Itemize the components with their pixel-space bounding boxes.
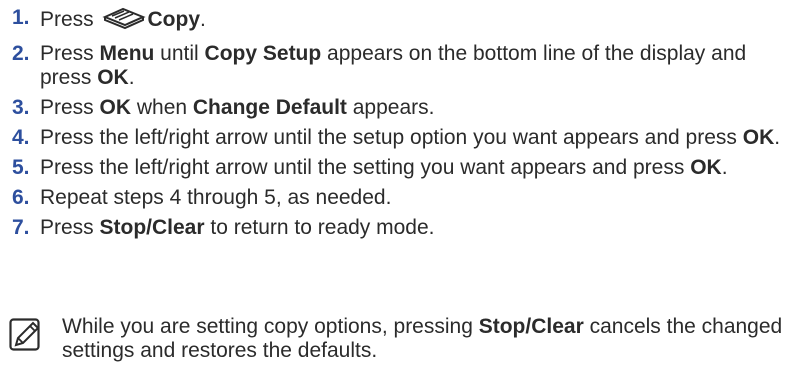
step-number: 2. bbox=[12, 42, 30, 65]
step-number: 4. bbox=[12, 126, 30, 149]
text-run: when bbox=[131, 96, 193, 119]
text-run: to return to ready mode. bbox=[204, 216, 435, 239]
bold-term: Copy bbox=[147, 8, 201, 31]
step-item: 1. Press Copy. bbox=[12, 6, 802, 36]
step-text: Press the left/right arrow until the set… bbox=[40, 126, 780, 149]
text-run: appears. bbox=[346, 96, 435, 119]
note-text: While you are setting copy options, pres… bbox=[62, 315, 798, 363]
step-item: 3. Press OK when Change Default appears. bbox=[12, 96, 802, 120]
text-run: . bbox=[128, 66, 135, 89]
step-number: 6. bbox=[12, 186, 30, 209]
text-run: . bbox=[200, 8, 206, 31]
text-run: . bbox=[721, 156, 728, 179]
bold-term: OK bbox=[99, 96, 132, 119]
bold-term: Copy Setup bbox=[204, 42, 322, 65]
step-number: 3. bbox=[12, 96, 30, 119]
bold-term: Stop/Clear bbox=[478, 315, 584, 338]
step-item: 5. Press the left/right arrow until the s… bbox=[12, 156, 802, 180]
bold-term: OK bbox=[690, 156, 722, 179]
bold-term: Stop/Clear bbox=[99, 216, 205, 239]
copy-icon bbox=[101, 6, 146, 36]
text-run: until bbox=[154, 42, 205, 65]
step-number: 7. bbox=[12, 216, 30, 239]
step-item: 4. Press the left/right arrow until the s… bbox=[12, 126, 802, 150]
text-run: Press bbox=[40, 96, 100, 119]
text-run: Press bbox=[40, 8, 100, 31]
document-page: 1. Press Copy. 2. Press Menu until Copy Set… bbox=[0, 0, 804, 375]
step-item: 6. Repeat steps 4 through 5, as needed. bbox=[12, 186, 802, 210]
text-run: Repeat steps 4 through 5, as needed. bbox=[40, 186, 392, 209]
text-run: While you are setting copy options, pres… bbox=[62, 315, 479, 338]
step-number: 1. bbox=[12, 6, 30, 29]
bold-term: OK bbox=[742, 126, 775, 149]
note-pencil-icon bbox=[8, 317, 44, 359]
step-list: 1. Press Copy. 2. Press Menu until Copy Set… bbox=[12, 6, 802, 246]
step-number: 5. bbox=[12, 156, 30, 179]
text-run: . bbox=[774, 126, 781, 149]
step-text: Press the left/right arrow until the set… bbox=[40, 156, 728, 179]
text-run: Press bbox=[40, 216, 100, 239]
text-run: Press the left/right arrow until the set… bbox=[40, 156, 691, 179]
text-run: Press the left/right arrow until the set… bbox=[40, 126, 743, 149]
step-text: Press Stop/Clear to return to ready mode… bbox=[40, 216, 435, 239]
step-text: Press OK when Change Default appears. bbox=[40, 96, 434, 119]
bold-term: OK bbox=[97, 66, 129, 89]
bold-term: Menu bbox=[99, 42, 155, 65]
step-item: 7. Press Stop/Clear to return to ready mo… bbox=[12, 216, 802, 240]
step-item: 2. Press Menu until Copy Setup appears on… bbox=[12, 42, 802, 90]
bold-term: Change Default bbox=[192, 96, 347, 119]
step-text: Press Copy. bbox=[40, 7, 206, 31]
step-text: Repeat steps 4 through 5, as needed. bbox=[40, 186, 391, 209]
step-text: Press Menu until Copy Setup appears on t… bbox=[40, 42, 746, 89]
text-run: Press bbox=[40, 42, 100, 65]
